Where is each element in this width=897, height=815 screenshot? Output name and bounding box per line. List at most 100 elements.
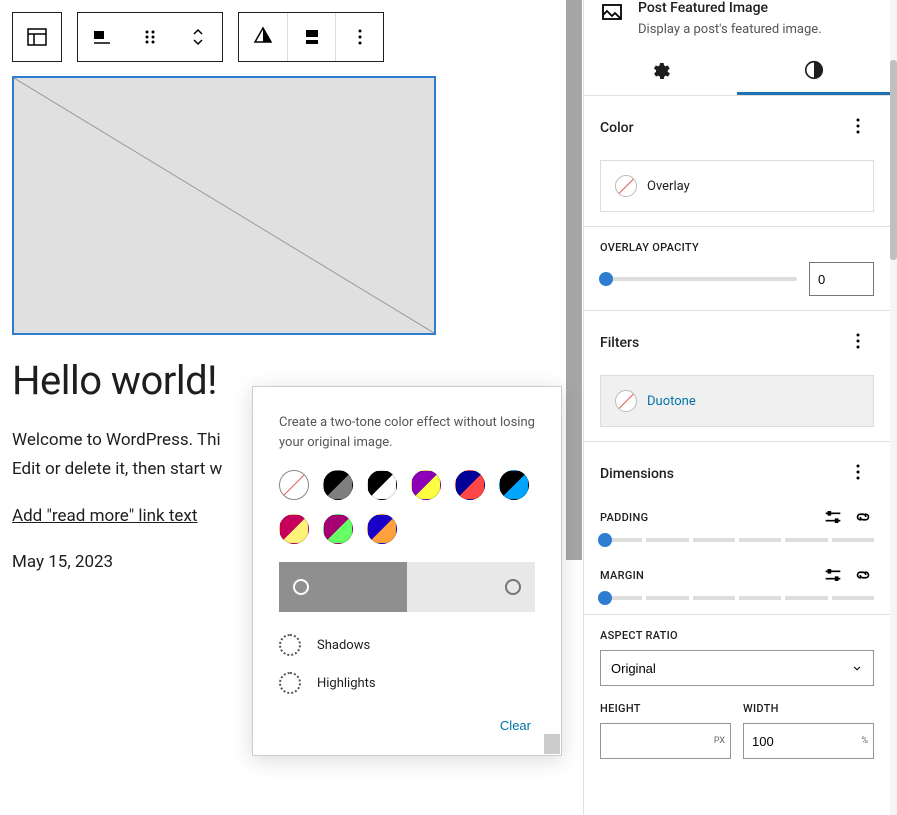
dotcircle-icon [279,634,301,656]
popover-description: Create a two-tone color effect without l… [253,387,561,470]
styles-icon [803,59,825,81]
contrast-icon [251,25,275,49]
block-title: Post Featured Image [638,0,822,16]
duotone-button[interactable] [239,13,287,61]
featured-image-placeholder[interactable] [12,76,436,335]
duotone-swatch-grayscale[interactable] [367,470,397,500]
duotone-swatch-blue-orange[interactable] [367,514,397,544]
overlay-opacity-slider[interactable] [600,277,797,281]
panel-color: Color Overlay [584,96,890,227]
duotone-swatch-dark-grayscale[interactable] [323,470,353,500]
panel-filters: Filters Duotone [584,311,890,442]
shadows-row[interactable]: Shadows [253,626,561,664]
more-vertical-icon [348,25,372,49]
more-vertical-icon [846,329,870,353]
chevron-updown-icon [186,25,210,49]
duotone-item[interactable]: Duotone [600,375,874,427]
align-button[interactable] [78,13,126,61]
color-heading: Color [600,120,634,136]
dimensions-options-menu[interactable] [842,456,874,492]
layout-icon [25,25,49,49]
move-updown-button[interactable] [174,13,222,61]
sidebar-scrollbar-track[interactable] [890,0,897,815]
featured-image-block-icon [600,0,624,24]
filters-options-menu[interactable] [842,325,874,361]
link-icon[interactable] [852,564,874,586]
block-card: Post Featured Image Display a post's fea… [584,0,890,47]
replace-button[interactable] [287,13,335,61]
slider-thumb[interactable] [598,533,612,547]
aspect-ratio-select[interactable]: Original [600,650,874,686]
width-unit[interactable]: % [861,736,868,746]
highlights-picker[interactable] [407,562,535,612]
post-content-line1: Welcome to WordPress. Thi [12,430,221,450]
toolbar-group-block-controls [77,12,223,62]
dotcircle-icon [279,672,301,694]
inspector-sidebar: Post Featured Image Display a post's fea… [583,0,890,815]
block-subtitle: Display a post's featured image. [638,22,822,37]
tab-settings[interactable] [584,47,737,95]
more-options-button[interactable] [335,13,383,61]
height-label: HEIGHT [600,702,731,715]
slider-thumb[interactable] [599,272,613,286]
read-more-link[interactable]: Add "read more" link text [12,506,197,526]
color-options-menu[interactable] [842,110,874,146]
margin-slider[interactable] [600,596,874,600]
duotone-swatch-blue-red[interactable] [455,470,485,500]
overlay-label: Overlay [647,179,690,194]
padding-slider[interactable] [600,538,874,542]
height-unit[interactable]: PX [714,736,725,746]
overlay-color-item[interactable]: Overlay [600,160,874,212]
padding-label: PADDING [600,511,648,524]
more-vertical-icon [846,114,870,138]
duotone-swatch-magenta-yellow[interactable] [279,514,309,544]
duotone-swatch-midnight[interactable] [499,470,529,500]
highlights-row[interactable]: Highlights [253,664,561,702]
duotone-swatch-purple-yellow[interactable] [411,470,441,500]
panel-dimensions: Dimensions PADDING MARGIN [584,442,890,615]
overlay-opacity-label: OVERLAY OPACITY [600,241,874,254]
more-vertical-icon [846,460,870,484]
canvas-scrollbar[interactable] [566,0,582,560]
placeholder-diagonal-icon [14,78,434,333]
highlights-label: Highlights [317,676,376,691]
inspector-tabs [584,47,890,96]
duotone-label: Duotone [647,394,696,409]
duotone-popover: Create a two-tone color effect without l… [252,386,562,756]
clear-button[interactable]: Clear [490,712,541,739]
duotone-swatch-grid [253,470,561,562]
duotone-custom-bar [279,562,535,612]
overlay-swatch-icon [615,175,637,197]
popover-scrollbar[interactable] [544,734,560,754]
overlay-opacity-input[interactable] [809,262,874,296]
dimensions-heading: Dimensions [600,466,674,482]
shadows-label: Shadows [317,638,370,653]
block-toolbar [12,12,570,62]
margin-label: MARGIN [600,569,644,582]
width-input[interactable] [743,723,874,759]
align-icon [90,25,114,49]
sidebar-scrollbar-thumb[interactable] [890,60,897,260]
link-icon[interactable] [852,506,874,528]
settings-sliders-icon[interactable] [822,506,844,528]
filters-heading: Filters [600,335,639,351]
drag-icon [138,25,162,49]
drag-button[interactable] [126,13,174,61]
post-content-line2: Edit or delete it, then start w [12,459,222,479]
slider-thumb[interactable] [598,591,612,605]
shadows-picker[interactable] [279,562,407,612]
toolbar-group-format [238,12,384,62]
duotone-swatch-unset[interactable] [279,470,309,500]
toolbar-group-block-switcher [12,12,62,62]
replace-icon [300,25,324,49]
block-switcher-button[interactable] [13,13,61,61]
height-input[interactable] [600,723,731,759]
panel-aspect-size: ASPECT RATIO Original HEIGHT PX WIDTH % [584,615,890,773]
tab-styles[interactable] [737,47,890,95]
width-label: WIDTH [743,702,874,715]
aspect-ratio-label: ASPECT RATIO [600,629,874,642]
gear-icon [650,60,672,82]
duotone-swatch-purple-green[interactable] [323,514,353,544]
settings-sliders-icon[interactable] [822,564,844,586]
panel-overlay-opacity: OVERLAY OPACITY [584,227,890,311]
